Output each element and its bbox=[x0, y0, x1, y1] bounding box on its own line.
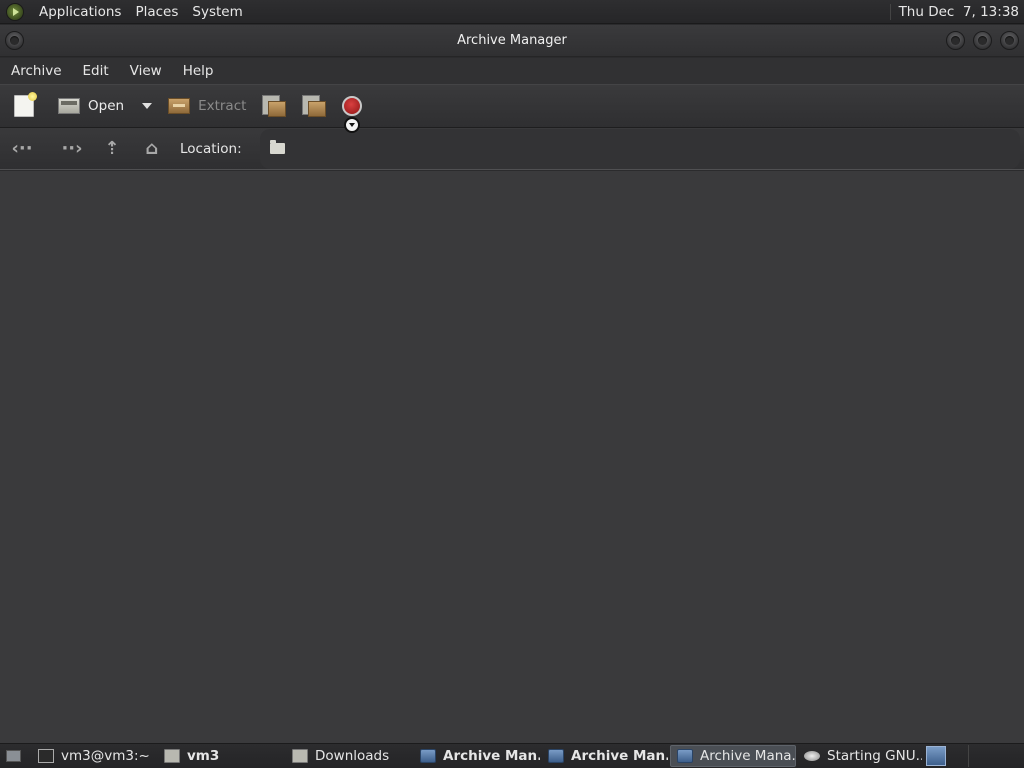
taskbar-item-label: Starting GNU... bbox=[827, 748, 922, 764]
archive-manager-tray-icon[interactable] bbox=[926, 746, 946, 766]
panel-separator bbox=[968, 745, 969, 767]
arrow-up-icon: ⇡ bbox=[104, 138, 120, 159]
clock[interactable]: Thu Dec 7, 13:38 bbox=[889, 3, 1019, 20]
taskbar-item-archive-manager-1[interactable]: Archive Man... bbox=[414, 745, 540, 767]
bottom-panel: vm3@vm3:~ vm3 Downloads Archive Man... A… bbox=[0, 743, 1024, 768]
open-recent-dropdown[interactable] bbox=[128, 89, 153, 123]
applications-menu[interactable]: Applications bbox=[32, 4, 128, 20]
menu-edit[interactable]: Edit bbox=[72, 63, 119, 79]
folder-icon bbox=[164, 749, 180, 763]
back-button[interactable]: ‹·· bbox=[10, 137, 34, 161]
location-label: Location: bbox=[180, 140, 242, 157]
taskbar-item-vm3[interactable]: vm3 bbox=[158, 745, 284, 767]
taskbar-item-label: Archive Man... bbox=[443, 748, 540, 764]
open-label: Open bbox=[88, 98, 125, 114]
top-panel: Applications Places System Thu Dec 7, 13… bbox=[0, 0, 1024, 24]
mouse-cursor-icon bbox=[344, 117, 360, 133]
add-files-icon bbox=[262, 95, 287, 117]
extract-icon bbox=[168, 98, 191, 114]
location-entry[interactable] bbox=[259, 128, 1020, 169]
taskbar-item-starting-gnu[interactable]: Starting GNU... bbox=[798, 745, 922, 767]
arrow-right-icon: ··› bbox=[61, 138, 83, 159]
taskbar-item-downloads[interactable]: Downloads bbox=[286, 745, 412, 767]
taskbar-item-terminal[interactable]: vm3@vm3:~ bbox=[32, 745, 156, 767]
folder-icon bbox=[292, 749, 308, 763]
home-button[interactable]: ⌂ bbox=[140, 137, 164, 161]
home-icon: ⌂ bbox=[145, 138, 159, 159]
taskbar-item-label: vm3 bbox=[187, 748, 220, 764]
location-bar: ‹·· ··› ⇡ ⌂ Location: bbox=[0, 128, 1024, 170]
taskbar-item-label: Archive Mana... bbox=[700, 748, 796, 764]
menubar: Archive Edit View Help bbox=[0, 58, 1024, 84]
open-icon bbox=[58, 98, 80, 114]
menu-view[interactable]: View bbox=[119, 63, 172, 79]
menu-help[interactable]: Help bbox=[172, 63, 224, 79]
extract-button[interactable]: Extract bbox=[164, 89, 250, 123]
open-button[interactable]: Open bbox=[54, 89, 128, 123]
taskbar-item-archive-manager-2[interactable]: Archive Man... bbox=[542, 745, 668, 767]
extract-label: Extract bbox=[198, 98, 247, 114]
folder-icon bbox=[269, 140, 285, 154]
taskbar-item-archive-manager-3[interactable]: Archive Mana... bbox=[670, 745, 796, 767]
new-archive-button[interactable] bbox=[10, 89, 38, 123]
add-folder-button[interactable] bbox=[298, 89, 328, 123]
up-button[interactable]: ⇡ bbox=[100, 137, 124, 161]
archive-manager-icon bbox=[677, 749, 693, 763]
minimize-button[interactable] bbox=[946, 31, 965, 50]
terminal-icon bbox=[38, 749, 54, 763]
archive-manager-icon bbox=[420, 749, 436, 763]
add-folder-icon bbox=[302, 95, 327, 117]
menu-archive[interactable]: Archive bbox=[0, 63, 72, 79]
arrow-left-icon: ‹·· bbox=[11, 138, 33, 159]
maximize-button[interactable] bbox=[973, 31, 992, 50]
archive-file-list[interactable] bbox=[0, 171, 1024, 743]
system-menu[interactable]: System bbox=[185, 4, 249, 20]
close-button[interactable] bbox=[1000, 31, 1019, 50]
places-menu[interactable]: Places bbox=[128, 4, 185, 20]
window-menu-button[interactable] bbox=[5, 31, 24, 50]
desktop: Applications Places System Thu Dec 7, 13… bbox=[0, 0, 1024, 768]
taskbar-item-label: vm3@vm3:~ bbox=[61, 748, 150, 764]
window-titlebar[interactable]: Archive Manager bbox=[0, 25, 1024, 57]
applications-menu-icon[interactable] bbox=[6, 2, 24, 21]
show-desktop-button[interactable] bbox=[2, 745, 24, 767]
window-title: Archive Manager bbox=[457, 33, 567, 48]
new-archive-icon bbox=[14, 92, 37, 117]
forward-button[interactable]: ··› bbox=[60, 137, 84, 161]
archive-manager-icon bbox=[548, 749, 564, 763]
desktop-icon bbox=[5, 750, 21, 762]
add-files-button[interactable] bbox=[258, 89, 288, 123]
taskbar-item-label: Downloads bbox=[315, 748, 390, 764]
gnu-icon bbox=[804, 751, 820, 761]
taskbar-item-label: Archive Man... bbox=[571, 748, 668, 764]
stop-icon bbox=[342, 96, 363, 116]
chevron-down-icon bbox=[142, 103, 153, 109]
toolbar: Open Extract bbox=[0, 84, 1024, 128]
